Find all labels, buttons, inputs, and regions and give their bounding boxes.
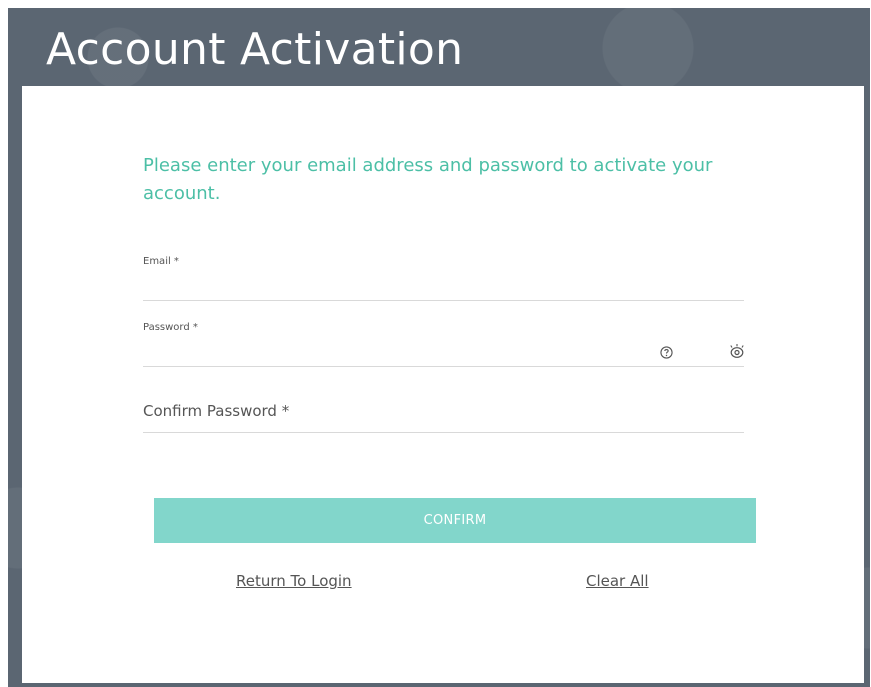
email-label: Email * [143,256,179,267]
eye-icon[interactable] [729,343,745,359]
password-label: Password * [143,322,198,333]
page-title: Account Activation [46,24,464,75]
confirm-password-field[interactable]: Confirm Password * [143,398,744,433]
activation-card: Please enter your email address and pass… [22,86,864,683]
confirm-button[interactable]: CONFIRM [154,498,756,543]
password-field[interactable]: Password * [143,318,744,367]
email-field[interactable]: Email * [143,252,744,301]
page-frame: Account Activation Please enter your ema… [8,8,870,687]
intro-text: Please enter your email address and pass… [143,155,713,204]
confirm-password-label: Confirm Password * [143,402,290,420]
clear-all-link[interactable]: Clear All [586,572,649,590]
return-to-login-link[interactable]: Return To Login [236,572,352,590]
help-circle-icon[interactable] [658,344,674,360]
